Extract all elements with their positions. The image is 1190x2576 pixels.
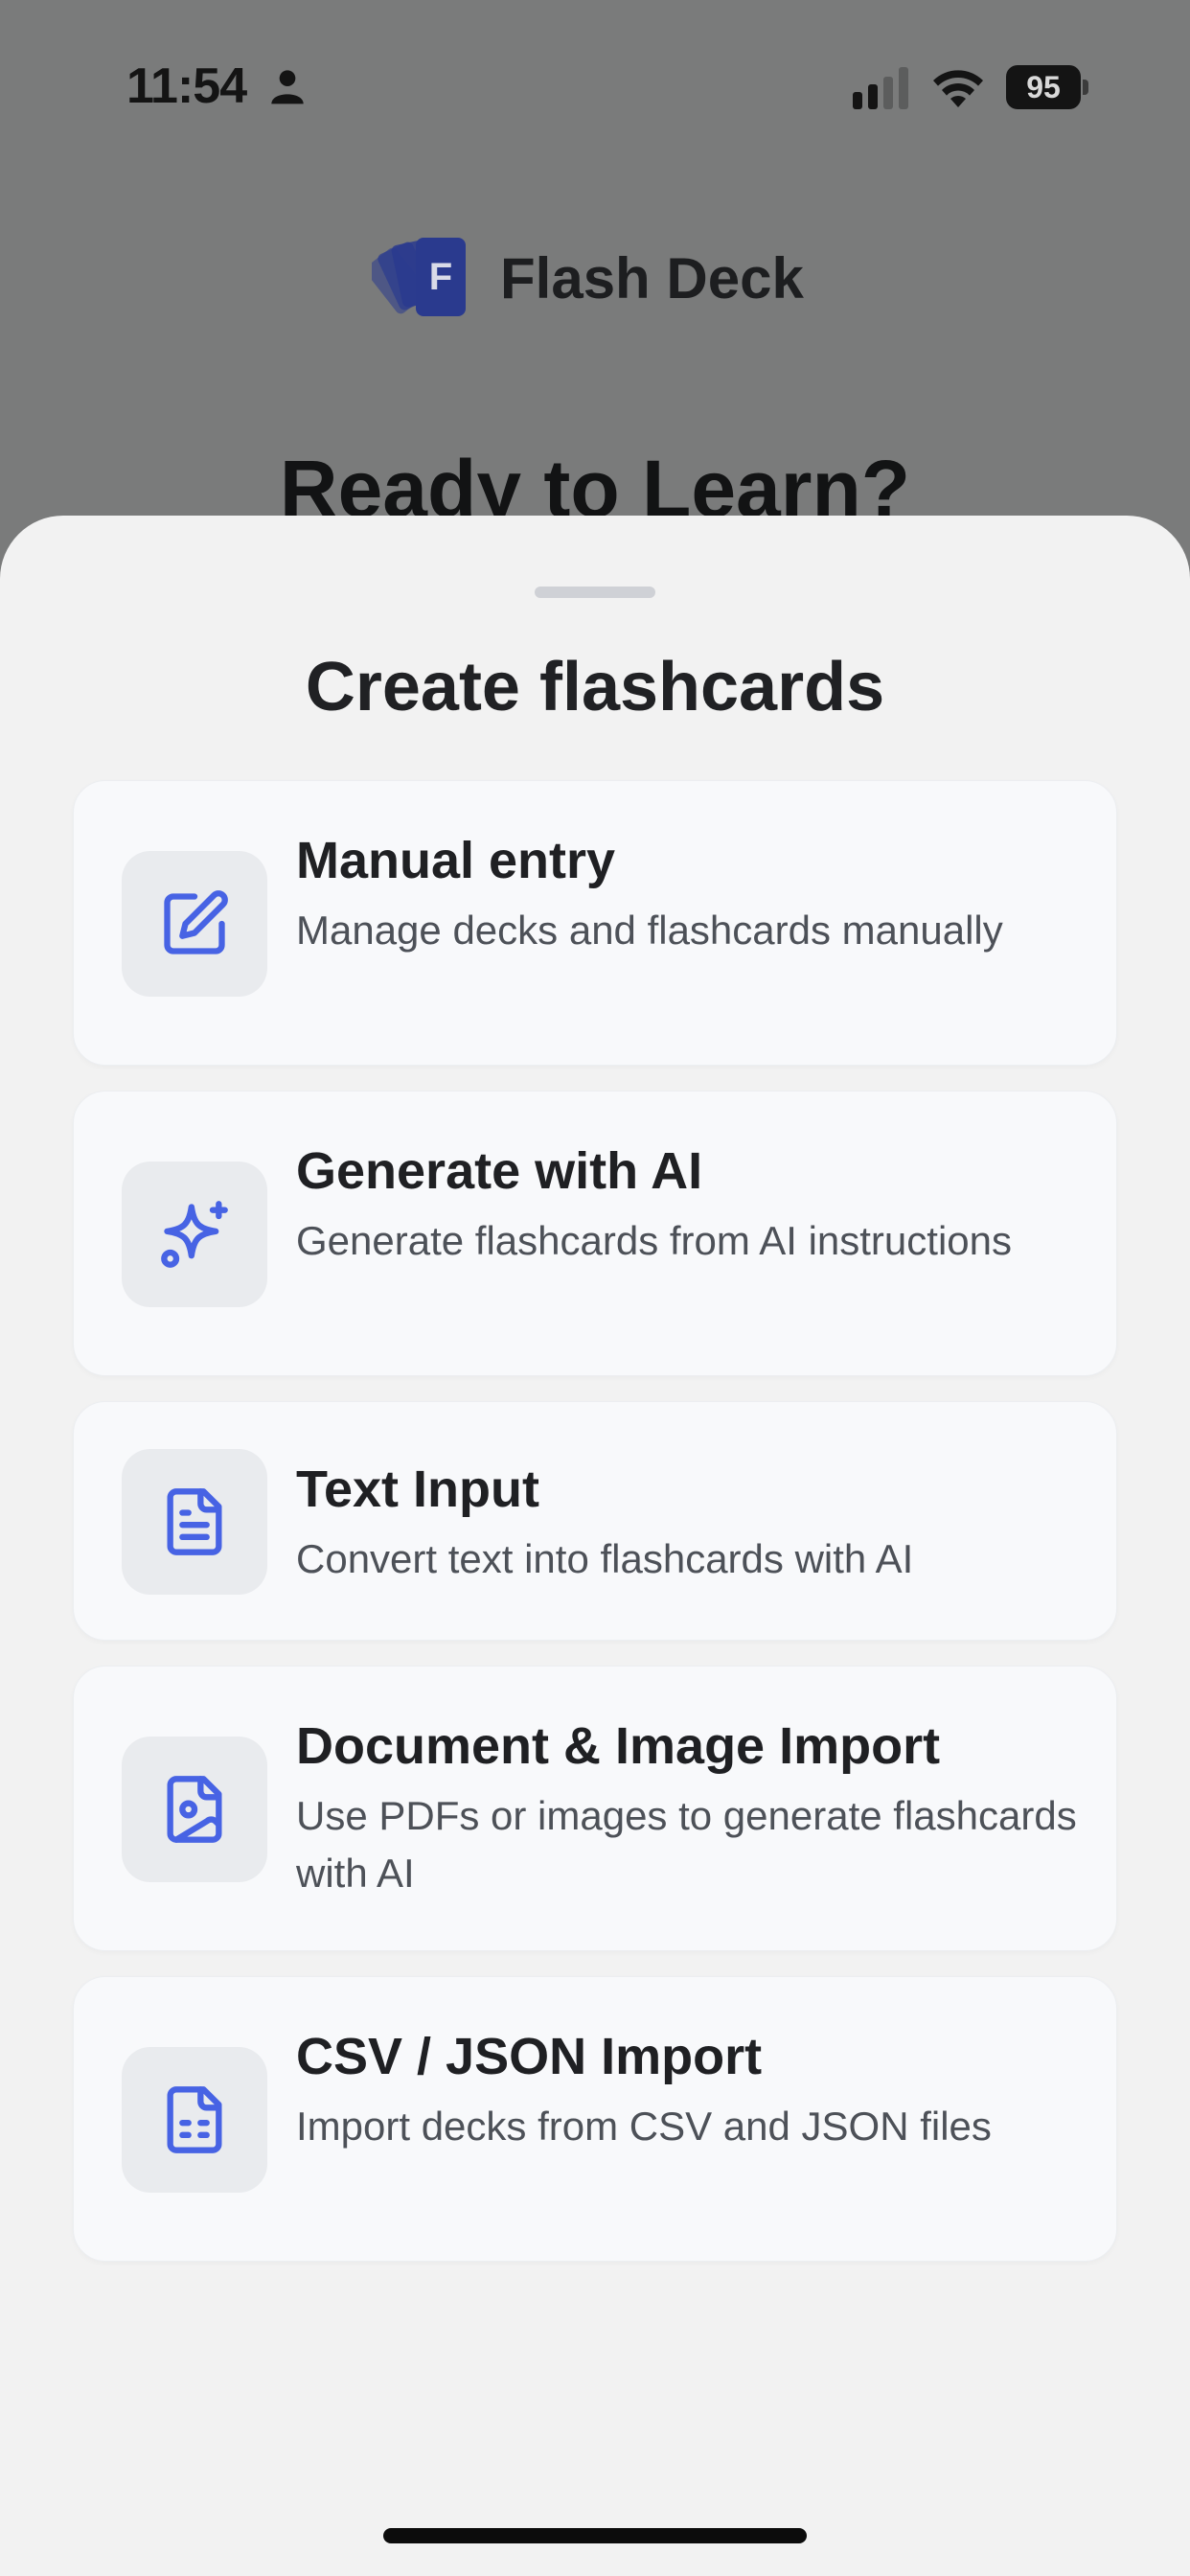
- option-description: Convert text into flashcards with AI: [296, 1536, 914, 1581]
- status-bar: 11:54 95: [0, 0, 1190, 134]
- image-document-icon: [167, 1776, 222, 1843]
- option-manual-entry[interactable]: Manual entry Manage decks and flashcards…: [73, 780, 1117, 1066]
- cellular-signal-icon: [853, 67, 908, 109]
- option-icon-box: [122, 2047, 267, 2193]
- option-text-input[interactable]: Text Input Convert text into flashcards …: [73, 1401, 1117, 1641]
- option-text: Generate with AI Generate flashcards fro…: [296, 1138, 1078, 1270]
- status-time: 11:54: [126, 58, 247, 114]
- sparkles-icon: [161, 1201, 228, 1268]
- option-icon-box: [122, 1736, 267, 1882]
- option-csv-json-import[interactable]: CSV / JSON Import Import decks from CSV …: [73, 1976, 1117, 2262]
- battery-level: 95: [1006, 65, 1081, 109]
- app-brand: F Flash Deck: [372, 230, 804, 326]
- option-text: Manual entry Manage decks and flashcards…: [296, 827, 1078, 959]
- screen: 11:54 95 F Flash Deck Ready to Learn? Cr…: [0, 0, 1190, 2576]
- option-title: Generate with AI: [296, 1142, 703, 1200]
- option-document-image-import[interactable]: Document & Image Import Use PDFs or imag…: [73, 1666, 1117, 1951]
- wifi-icon: [933, 70, 983, 107]
- person-icon: [271, 70, 304, 104]
- text-document-icon: [167, 1488, 222, 1555]
- option-icon-box: [122, 1449, 267, 1595]
- app-name: Flash Deck: [500, 245, 804, 310]
- option-title: Document & Image Import: [296, 1717, 941, 1775]
- option-generate-with-ai[interactable]: Generate with AI Generate flashcards fro…: [73, 1091, 1117, 1376]
- spreadsheet-document-icon: [167, 2086, 222, 2153]
- edit-icon: [164, 890, 228, 954]
- option-description: Generate flashcards from AI instructions: [296, 1218, 1012, 1263]
- option-text: Text Input Convert text into flashcards …: [296, 1456, 1078, 1588]
- option-description: Import decks from CSV and JSON files: [296, 2104, 992, 2149]
- sheet-grabber[interactable]: [535, 586, 655, 598]
- logo-letter: F: [429, 256, 452, 298]
- option-icon-box: [122, 851, 267, 997]
- option-description: Use PDFs or images to generate flashcard…: [296, 1793, 1077, 1896]
- create-options-list: Manual entry Manage decks and flashcards…: [73, 780, 1117, 2287]
- home-indicator[interactable]: [383, 2528, 807, 2543]
- option-icon-box: [122, 1162, 267, 1307]
- battery-nub: [1083, 80, 1088, 95]
- option-title: Manual entry: [296, 832, 616, 889]
- option-title: CSV / JSON Import: [296, 2028, 763, 2085]
- create-flashcards-sheet: Create flashcards Manual entry Manage de…: [0, 516, 1190, 2576]
- option-text: CSV / JSON Import Import decks from CSV …: [296, 2023, 1078, 2155]
- option-title: Text Input: [296, 1460, 539, 1518]
- option-description: Manage decks and flashcards manually: [296, 908, 1003, 953]
- flash-deck-logo-icon: F: [372, 238, 466, 316]
- option-text: Document & Image Import Use PDFs or imag…: [296, 1713, 1078, 1902]
- battery-indicator: 95: [1006, 65, 1088, 109]
- sheet-title: Create flashcards: [305, 649, 885, 725]
